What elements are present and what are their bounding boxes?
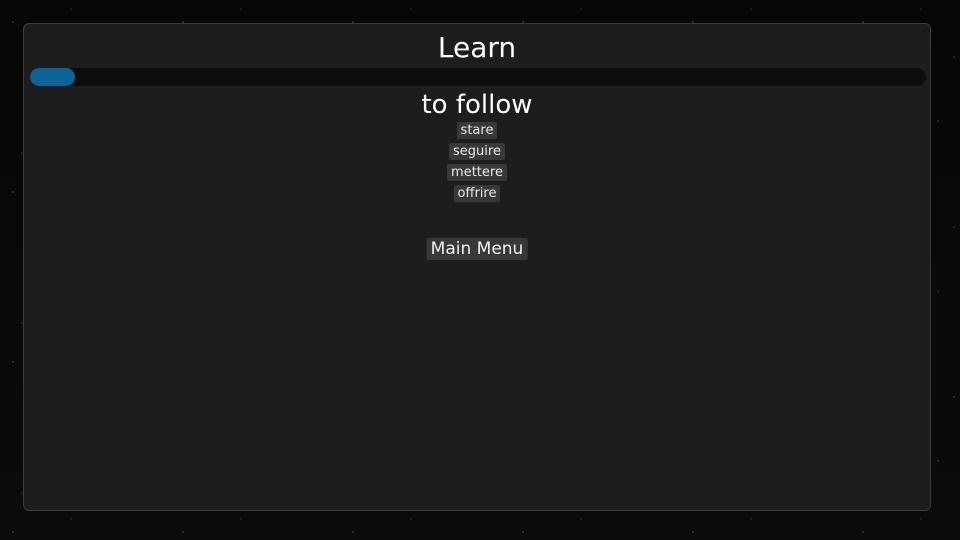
progress-bar-fill [30,68,75,86]
answer-option-mettere[interactable]: mettere [447,164,507,181]
page-title: Learn [437,31,517,64]
answer-option-stare[interactable]: stare [456,122,498,139]
learn-panel: Learn to follow stare seguire mettere of… [23,23,931,511]
answer-options: stare seguire mettere offrire [24,122,930,206]
answer-option-offrire[interactable]: offrire [453,185,501,202]
main-menu-button[interactable]: Main Menu [426,238,528,260]
progress-bar [30,68,926,86]
answer-option-seguire[interactable]: seguire [449,143,505,160]
quiz-prompt: to follow [421,90,533,120]
